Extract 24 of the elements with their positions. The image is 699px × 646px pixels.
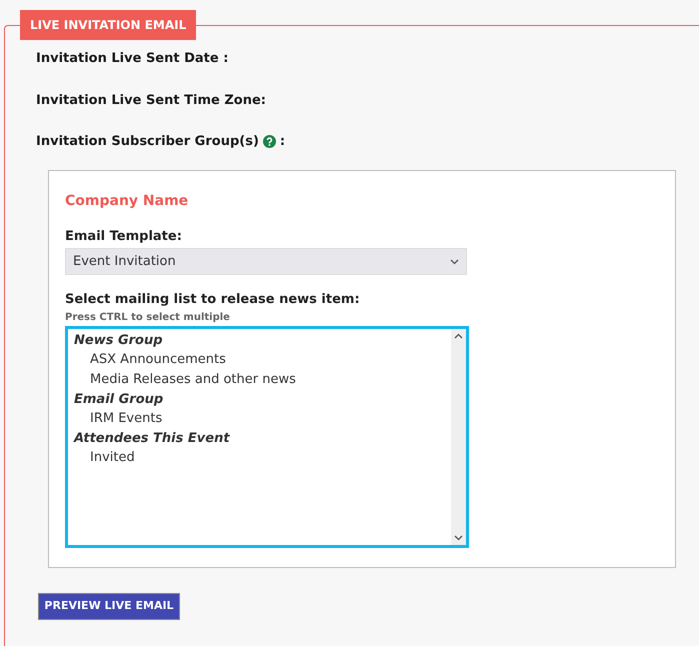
- chevron-down-icon: [450, 258, 459, 264]
- company-name: Company Name: [65, 192, 190, 210]
- group-label: Attendees This Event: [74, 430, 231, 448]
- help-icon[interactable]: [262, 135, 276, 148]
- group-label: News Group: [74, 332, 164, 350]
- list-label: Select mailing list to release news item:: [65, 291, 361, 309]
- list-option[interactable]: Invited: [74, 448, 451, 468]
- list-hint: Press CTRL to select multiple: [65, 310, 231, 324]
- list-option[interactable]: IRM Events: [74, 408, 451, 428]
- scrollbar[interactable]: [451, 328, 466, 544]
- preview-button[interactable]: PREVIEW LIVE EMAIL: [38, 592, 180, 620]
- mailing-listbox[interactable]: News Group ASX Announcements Media Releases and other news Email Group IRM Events Attendees This Event Invited: [65, 326, 469, 548]
- chevron-down-icon: [454, 534, 463, 540]
- section-legend: LIVE INVITATION EMAIL: [20, 10, 196, 40]
- list-option[interactable]: Media Releases and other news: [74, 370, 451, 390]
- group-label: Email Group: [74, 390, 164, 408]
- template-select[interactable]: Event Invitation: [65, 248, 467, 275]
- chevron-up-icon: [454, 332, 463, 338]
- field-label-colon: :: [280, 133, 286, 151]
- field-label: Invitation Live Sent Date :: [36, 50, 228, 68]
- field-label: Invitation Live Sent Time Zone:: [36, 92, 266, 110]
- list-option[interactable]: ASX Announcements: [74, 350, 451, 370]
- template-label: Email Template:: [65, 228, 183, 246]
- field-label: Invitation Subscriber Group(s): [36, 133, 259, 151]
